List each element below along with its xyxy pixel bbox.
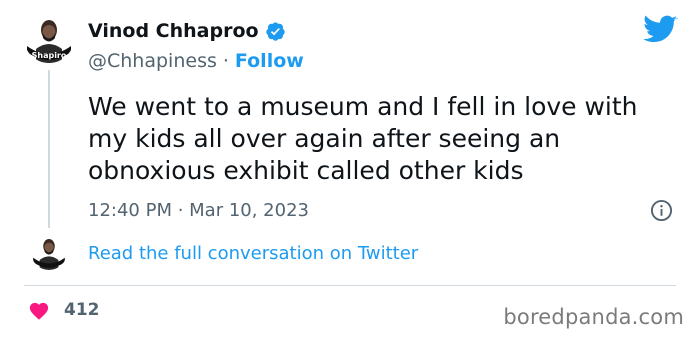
twitter-bird-icon[interactable] [643,15,678,45]
author-handle-row: @Chhapiness · Follow [88,50,304,72]
author-handle[interactable]: @Chhapiness [88,50,217,72]
read-conversation-link[interactable]: Read the full conversation on Twitter [88,243,418,264]
like-row[interactable]: 412 [28,300,100,320]
verified-badge-icon [265,21,285,41]
like-count: 412 [64,300,100,320]
reply-avatar[interactable] [31,234,67,270]
avatar-image: Shapiro [24,13,74,63]
svg-text:Shapiro: Shapiro [32,51,67,60]
heart-icon[interactable] [28,300,50,320]
author-avatar[interactable]: Shapiro [24,13,74,63]
author-display-name[interactable]: Vinod Chhaproo [88,20,259,42]
avatar-image-small [31,234,67,270]
footer-divider [24,285,676,286]
boredpanda-watermark: boredpanda.com [503,305,684,329]
follow-button[interactable]: Follow [235,50,304,72]
info-icon[interactable] [650,199,673,222]
author-name-row: Vinod Chhaproo [88,20,286,42]
tweet-text: We went to a museum and I fell in love w… [88,92,638,185]
separator-dot: · [222,50,229,72]
tweet-timestamp[interactable]: 12:40 PM · Mar 10, 2023 [88,200,309,221]
thread-connector-line [48,70,50,228]
